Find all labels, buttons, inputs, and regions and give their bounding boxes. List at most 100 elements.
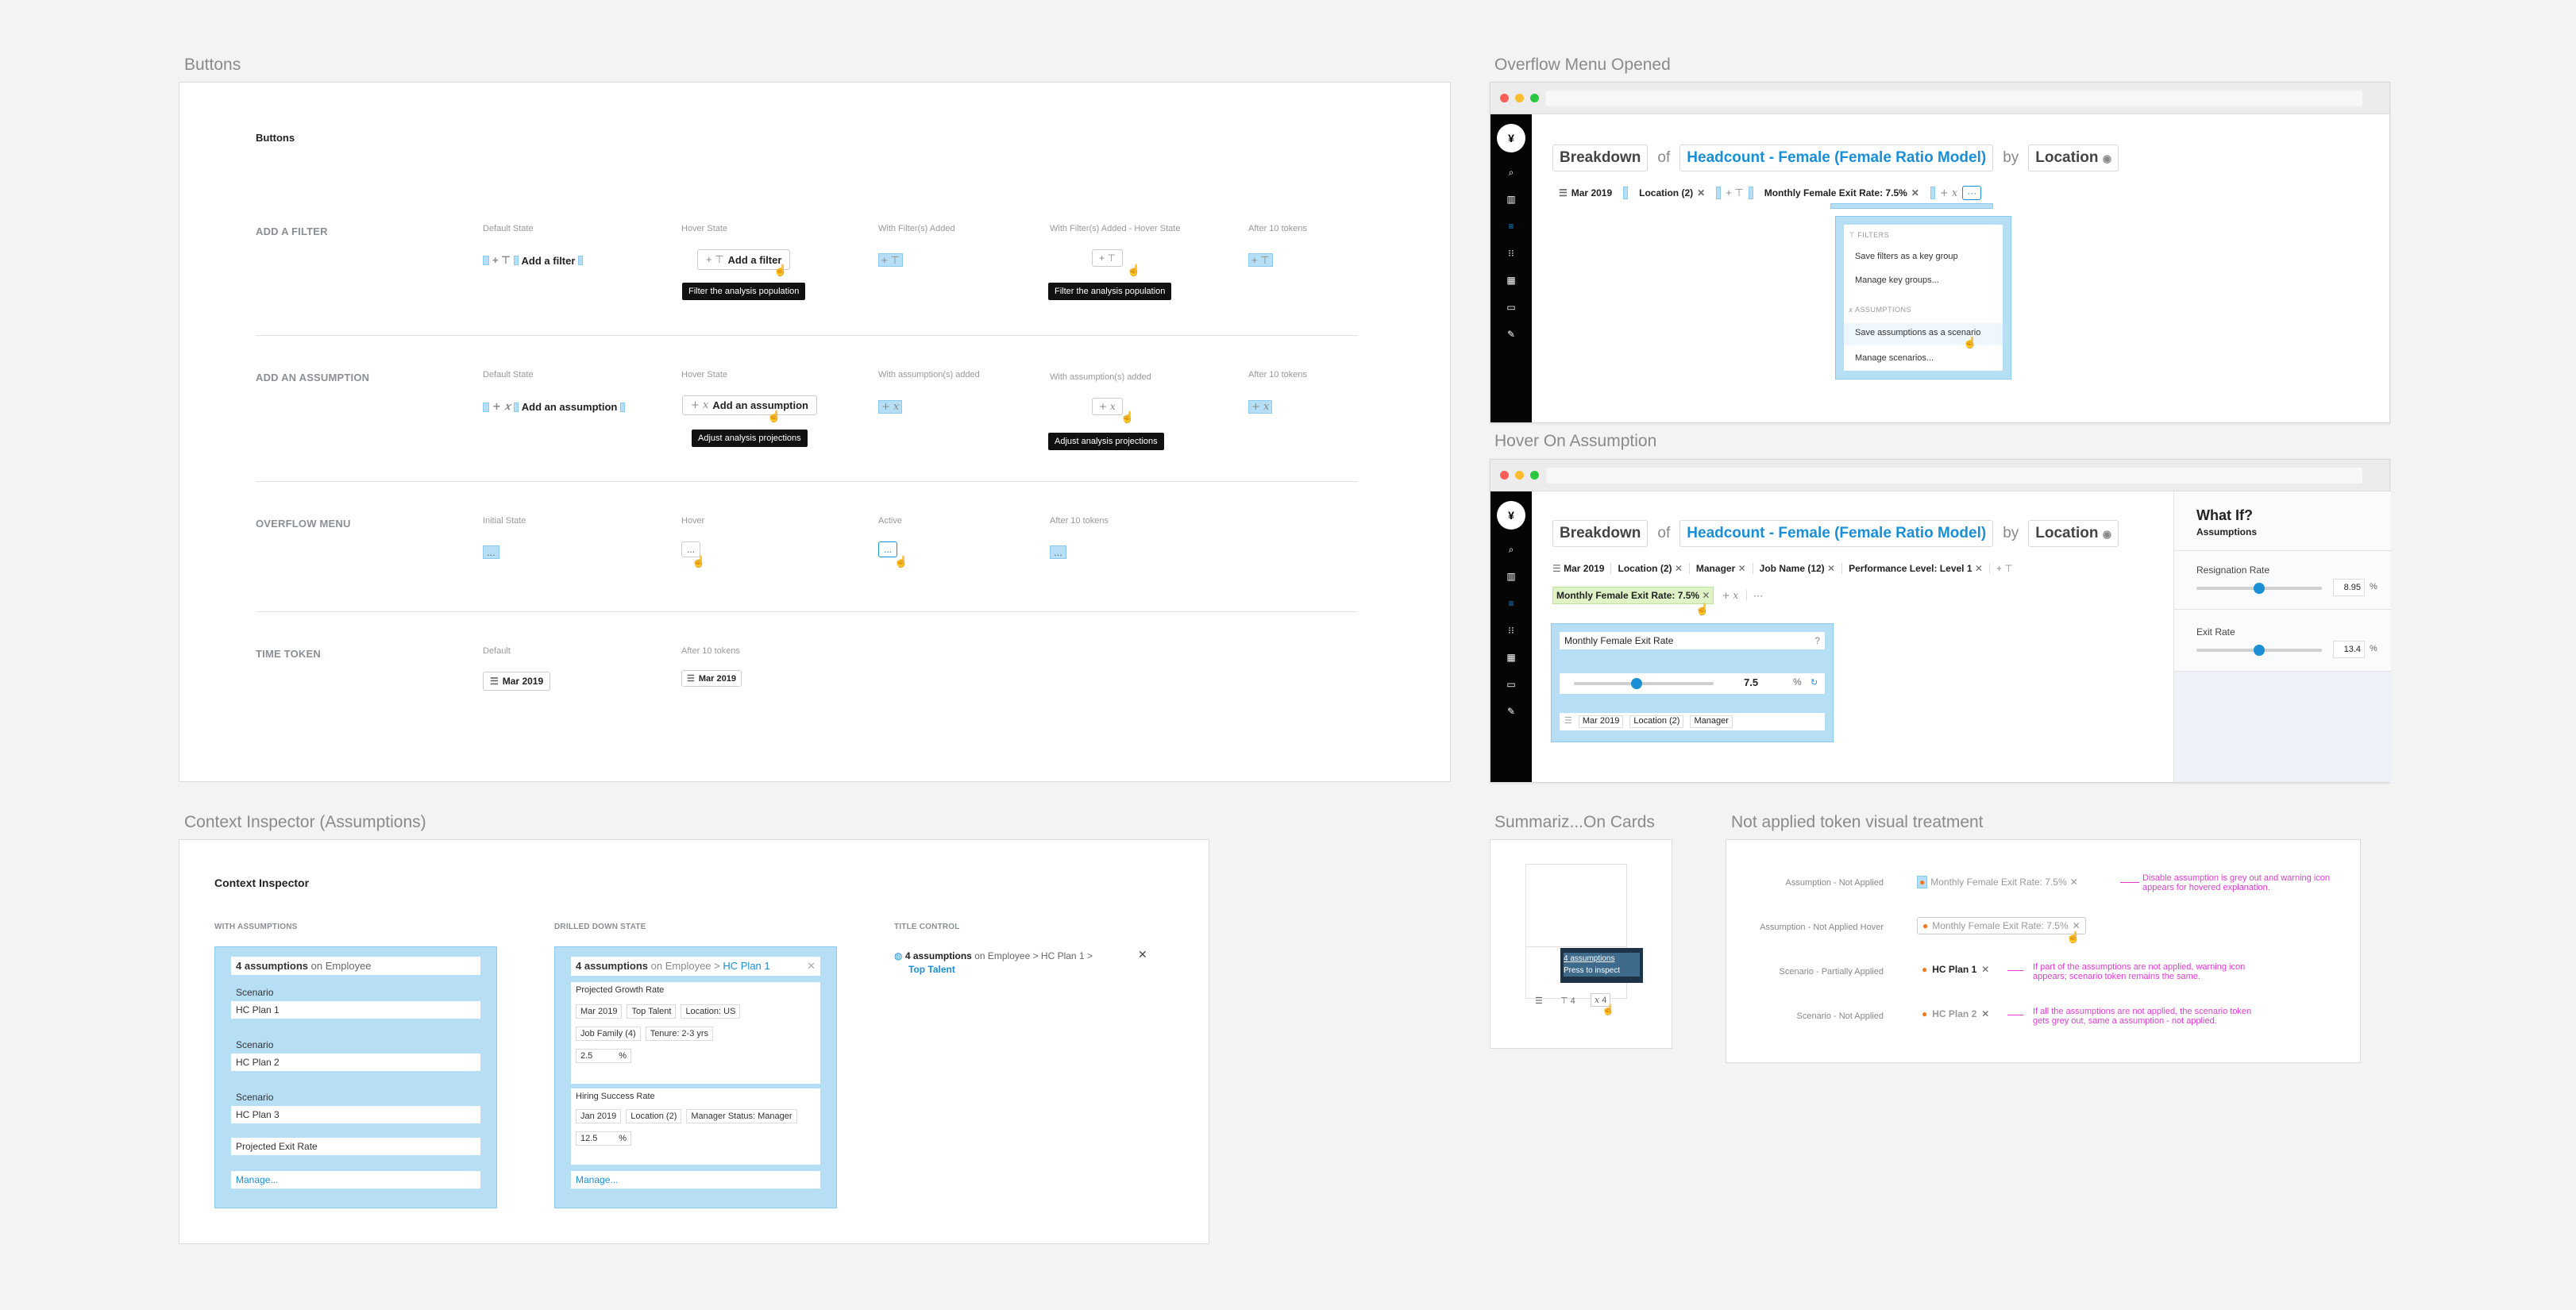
close-icon[interactable]: ✕ bbox=[1697, 187, 1705, 198]
minimize-dot-icon[interactable] bbox=[1515, 471, 1524, 480]
assumption-icon-button[interactable]: + 𝑥 bbox=[878, 400, 903, 414]
filter-token[interactable]: Location (2) ✕ bbox=[1633, 184, 1712, 202]
dimension-selector[interactable]: Location ◉ bbox=[2028, 144, 2119, 171]
exit-slider-knob[interactable] bbox=[2254, 645, 2265, 656]
scenario-token-partially-applied[interactable]: ● HC Plan 1 ✕ bbox=[1922, 964, 1989, 975]
menu-icon[interactable]: ☰ bbox=[1535, 996, 1543, 1006]
breadcrumb-link[interactable]: HC Plan 1 bbox=[723, 960, 769, 972]
overflow-button-initial[interactable]: ... bbox=[483, 545, 499, 559]
time-token-compact[interactable]: ☰ Mar 2019 bbox=[681, 670, 742, 687]
resignation-value-input[interactable]: 8.95 bbox=[2333, 579, 2365, 596]
close-icon[interactable]: ✕ bbox=[807, 960, 816, 973]
overflow-button-compact[interactable]: ... bbox=[1050, 545, 1066, 559]
filter-icon-button-hover[interactable]: + ⊤ bbox=[1092, 249, 1123, 267]
settings-icon[interactable]: ✎ bbox=[1504, 706, 1518, 717]
assumption-token-not-applied-hover[interactable]: ● Monthly Female Exit Rate: 7.5% ✕ bbox=[1917, 917, 2086, 934]
filter-token[interactable]: Location (2) ✕ bbox=[1610, 563, 1683, 574]
menu-item-manage-groups[interactable]: Manage key groups... bbox=[1855, 275, 1939, 285]
help-icon[interactable]: ? bbox=[1814, 635, 1820, 646]
popover-slider-knob[interactable] bbox=[1631, 678, 1643, 689]
state-label: With Filter(s) Added - Hover State bbox=[1050, 224, 1181, 233]
scope-token: Mar 2019 bbox=[576, 1004, 623, 1019]
frame-title-overflow: Overflow Menu Opened bbox=[1494, 56, 1671, 74]
time-token-default[interactable]: ☰ Mar 2019 bbox=[483, 672, 551, 691]
refresh-icon[interactable]: ↻ bbox=[1811, 677, 1818, 688]
overflow-button[interactable]: ··· bbox=[1962, 186, 1982, 200]
scenario-token[interactable]: HC Plan 1 bbox=[231, 1001, 480, 1019]
manage-link[interactable]: Manage... bbox=[231, 1171, 480, 1189]
scenario-token[interactable]: HC Plan 3 bbox=[231, 1106, 480, 1123]
app-logo-icon[interactable]: ¥ bbox=[1497, 501, 1525, 530]
filter-token[interactable]: Manager ✕ bbox=[1688, 563, 1746, 574]
minimize-dot-icon[interactable] bbox=[1515, 94, 1524, 102]
breakdown-selector[interactable]: Breakdown bbox=[1552, 144, 1649, 171]
grid-icon[interactable]: ⁝⁝ bbox=[1504, 625, 1518, 636]
assumption-token[interactable]: Monthly Female Exit Rate: 7.5% ✕ bbox=[1757, 184, 1926, 202]
add-filter-button-default[interactable]: + ⊤ Add a filter bbox=[483, 254, 584, 267]
row-label: Exit Rate bbox=[2196, 626, 2235, 638]
manage-link[interactable]: Manage... bbox=[571, 1171, 820, 1189]
close-dot-icon[interactable] bbox=[1500, 471, 1509, 480]
book-icon[interactable]: ▥ bbox=[1504, 571, 1518, 582]
assumption-icon-button-compact[interactable]: + 𝑥 bbox=[1248, 400, 1273, 414]
popover-value[interactable]: 7.5 bbox=[1744, 676, 1758, 688]
annotation-line bbox=[2120, 882, 2139, 883]
app-logo-icon[interactable]: ¥ bbox=[1497, 124, 1525, 152]
zoom-dot-icon[interactable] bbox=[1530, 94, 1539, 102]
cursor-icon: ☝ bbox=[773, 264, 788, 276]
search-icon[interactable]: ⌕ bbox=[1504, 167, 1518, 178]
close-icon[interactable]: ✕ bbox=[1138, 948, 1147, 961]
filter-icon-button[interactable]: + ⊤ bbox=[878, 253, 903, 267]
value-input[interactable]: 12.5% bbox=[576, 1131, 631, 1146]
metric-selector[interactable]: Headcount - Female (Female Ratio Model) bbox=[1679, 144, 1994, 171]
search-icon[interactable]: ⌕ bbox=[1504, 544, 1518, 555]
popover-tokens: ☰ Mar 2019 Location (2) Manager bbox=[1560, 713, 1825, 730]
menu-item-save-assumptions[interactable]: Save assumptions as a scenario bbox=[1844, 323, 2003, 345]
time-token[interactable]: ☰ Mar 2019 bbox=[1552, 563, 1604, 574]
address-bar[interactable] bbox=[1546, 91, 2362, 106]
filter-token[interactable]: Job Name (12) ✕ bbox=[1752, 563, 1835, 574]
time-token[interactable]: ☰ Mar 2019 bbox=[1552, 184, 1619, 202]
resignation-slider-knob[interactable] bbox=[2254, 583, 2265, 594]
apps-icon[interactable]: ▦ bbox=[1504, 652, 1518, 663]
menu-item-manage-scenarios[interactable]: Manage scenarios... bbox=[1855, 353, 1934, 363]
settings-icon[interactable]: ✎ bbox=[1504, 329, 1518, 340]
tooltip: Filter the analysis population bbox=[682, 283, 806, 300]
add-assumption-icon[interactable]: + 𝑥 bbox=[1940, 187, 1957, 199]
exit-value-input[interactable]: 13.4 bbox=[2333, 641, 2365, 658]
col-label: TITLE CONTROL bbox=[894, 923, 960, 931]
overflow-button[interactable]: ··· bbox=[1746, 590, 1763, 601]
scenario-token-not-applied[interactable]: ● HC Plan 2 ✕ bbox=[1922, 1008, 1989, 1019]
cards-icon[interactable]: ▭ bbox=[1504, 679, 1518, 690]
metric-selector[interactable]: Headcount - Female (Female Ratio Model) bbox=[1679, 520, 1994, 547]
close-dot-icon[interactable] bbox=[1500, 94, 1509, 102]
list-icon[interactable]: ≡ bbox=[1504, 598, 1518, 609]
filter-count[interactable]: ⊤ 4 bbox=[1560, 996, 1575, 1006]
assumption-token-not-applied[interactable]: ● Monthly Female Exit Rate: 7.5% ✕ bbox=[1917, 876, 2078, 888]
title-control-link[interactable]: Top Talent bbox=[908, 964, 955, 975]
value-input[interactable]: 2.5% bbox=[576, 1049, 631, 1063]
book-icon[interactable]: ▥ bbox=[1504, 194, 1518, 205]
address-bar[interactable] bbox=[1546, 468, 2362, 484]
close-icon[interactable]: ✕ bbox=[1911, 187, 1919, 198]
assumption-token[interactable]: Monthly Female Exit Rate: 7.5% ✕ bbox=[1552, 587, 1714, 604]
add-assumption-button-hover[interactable]: + 𝑥 Add an assumption bbox=[682, 395, 817, 415]
add-filter-icon[interactable]: + ⊤ bbox=[1726, 187, 1744, 199]
add-assumption-icon[interactable]: + 𝑥 bbox=[1722, 590, 1738, 601]
breakdown-selector[interactable]: Breakdown bbox=[1552, 520, 1649, 547]
scenario-token[interactable]: HC Plan 2 bbox=[231, 1054, 480, 1071]
popover-slider-track[interactable] bbox=[1574, 682, 1714, 685]
filter-icon-button-compact[interactable]: + ⊤ bbox=[1248, 253, 1273, 267]
apps-icon[interactable]: ▦ bbox=[1504, 275, 1518, 286]
add-filter-icon[interactable]: + ⊤ bbox=[1988, 563, 2013, 574]
list-icon[interactable]: ≡ bbox=[1504, 221, 1518, 232]
filter-token[interactable]: Performance Level: Level 1 ✕ bbox=[1841, 563, 1983, 574]
menu-item-save-filters[interactable]: Save filters as a key group bbox=[1855, 252, 1958, 261]
assumption-icon-button-hover[interactable]: + 𝑥 bbox=[1092, 398, 1123, 415]
add-assumption-button-default[interactable]: + 𝑥 Add an assumption bbox=[483, 401, 626, 413]
assumption-token[interactable]: Projected Exit Rate bbox=[231, 1138, 480, 1155]
cards-icon[interactable]: ▭ bbox=[1504, 302, 1518, 313]
zoom-dot-icon[interactable] bbox=[1530, 471, 1539, 480]
grid-icon[interactable]: ⁝⁝ bbox=[1504, 248, 1518, 259]
dimension-selector[interactable]: Location ◉ bbox=[2028, 520, 2119, 547]
